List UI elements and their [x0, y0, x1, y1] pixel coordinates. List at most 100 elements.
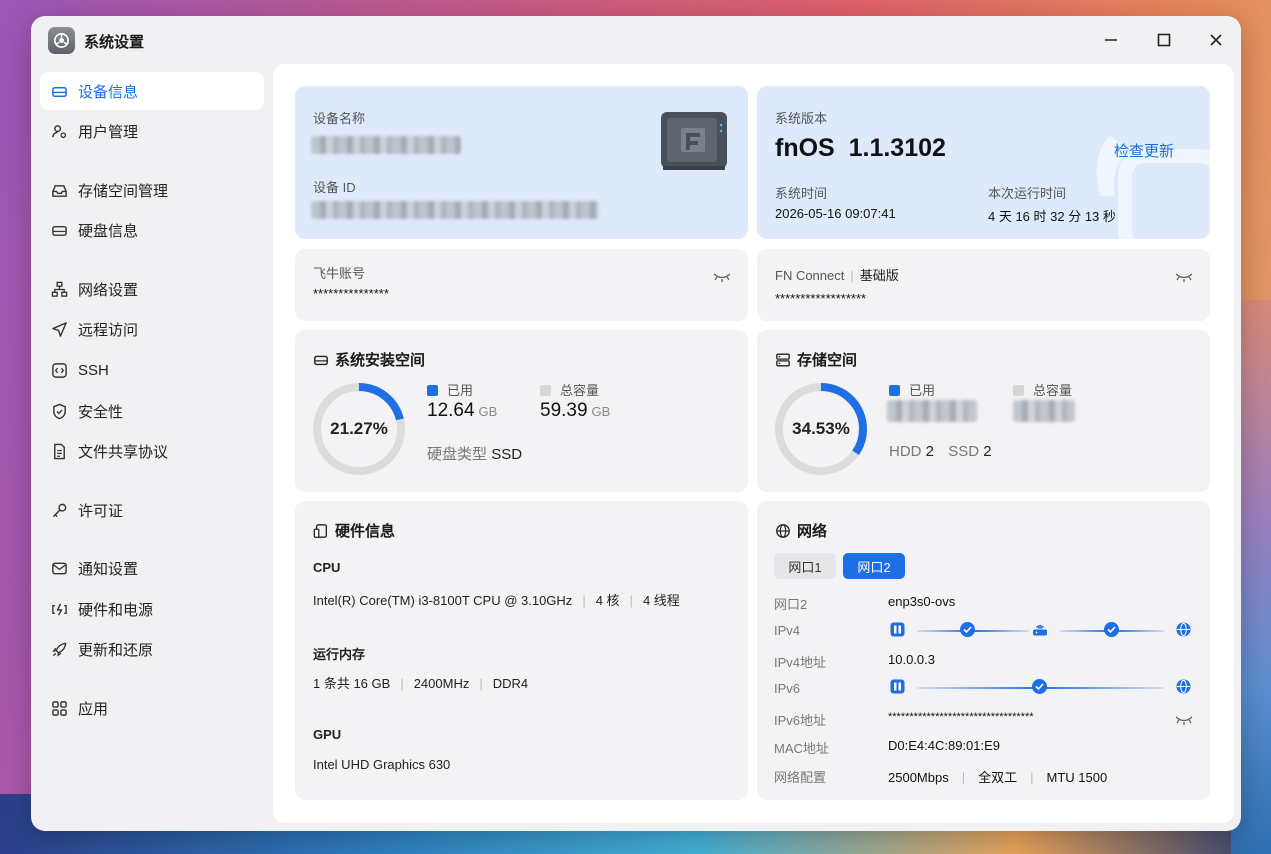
globe-icon	[775, 523, 791, 539]
eye-closed-icon[interactable]	[1175, 269, 1193, 282]
mail-icon	[50, 559, 68, 577]
check-icon	[1032, 679, 1047, 694]
gpu-info: Intel UHD Graphics 630	[313, 757, 451, 772]
sidebar-item-disk-info[interactable]: 硬盘信息	[40, 211, 264, 249]
apps-grid-icon	[50, 699, 68, 717]
inbox-icon	[50, 181, 68, 199]
sidebar-item-hardware-power[interactable]: 硬件和电源	[40, 590, 264, 628]
network-title: 网络	[775, 520, 827, 541]
settings-window: 系统设置 设备信息 用户管理 存储空间管理 硬盘信息 网络设置 远程访问 SSH…	[31, 16, 1241, 831]
hard-drive-icon	[313, 352, 329, 368]
storage-card: 存储空间 34.53% 已用 总容量 HDD 2 SSD 2	[757, 330, 1210, 492]
cpu-label: CPU	[313, 560, 341, 575]
fn-account-card: 飞牛账号 ***************	[295, 249, 748, 321]
hardware-title: 硬件信息	[313, 520, 395, 541]
nas-device-image	[659, 110, 729, 177]
sidebar-item-label: SSH	[78, 361, 109, 379]
system-version-card: 系统版本 fnOS 1.1.3102 检查更新 系统时间 2026-05-16 …	[757, 86, 1210, 239]
eye-closed-icon[interactable]	[1175, 712, 1193, 725]
maximize-button[interactable]	[1152, 28, 1176, 52]
sidebar-item-file-sharing[interactable]: 文件共享协议	[40, 432, 264, 470]
network-card: 网络 网口1 网口2 网口2 enp3s0-ovs IPv4 IPv4地址 10…	[757, 501, 1210, 800]
uptime-label: 本次运行时间	[988, 186, 1067, 201]
sidebar-item-label: 文件共享协议	[78, 443, 169, 461]
system-space-percent: 21.27%	[330, 419, 388, 438]
sidebar-item-label: 更新和还原	[78, 641, 154, 659]
sidebar-item-label: 设备信息	[78, 83, 139, 101]
sidebar-item-notifications[interactable]: 通知设置	[40, 549, 264, 587]
fn-connect-label: FN Connect	[775, 268, 845, 283]
sidebar-item-label: 硬盘信息	[78, 222, 139, 240]
device-id-label: 设备 ID	[313, 180, 356, 195]
network-tree-icon	[50, 280, 68, 298]
system-time-label: 系统时间	[775, 186, 828, 201]
device-id-redacted	[311, 201, 599, 219]
eye-closed-icon[interactable]	[713, 269, 731, 282]
storage-used-legend: 已用	[889, 380, 935, 399]
sidebar-item-label: 硬件和电源	[78, 601, 154, 619]
fn-connect-header: FN Connect | 基础版	[775, 268, 899, 283]
disk-counts: HDD 2 SSD 2	[889, 443, 992, 460]
sidebar-item-network[interactable]: 网络设置	[40, 270, 264, 308]
memory-info: 1 条共 16 GB | 2400MHz | DDR4	[313, 676, 529, 691]
internet-globe-icon	[1176, 622, 1191, 642]
sidebar-item-label: 许可证	[78, 502, 124, 520]
minimize-button[interactable]	[1099, 28, 1123, 52]
fn-connect-value: ******************	[775, 291, 867, 306]
sidebar-item-device-info[interactable]: 设备信息	[40, 72, 264, 110]
sidebar-item-label: 通知设置	[78, 560, 139, 578]
send-icon	[50, 320, 68, 338]
server-icon	[775, 352, 791, 368]
title-bar: 系统设置	[31, 16, 1241, 64]
storage-used-redacted	[887, 400, 977, 422]
sidebar-item-label: 远程访问	[78, 321, 139, 339]
used-legend: 已用	[427, 380, 473, 399]
storage-title: 存储空间	[775, 349, 857, 370]
gpu-label: GPU	[313, 727, 342, 742]
disk-icon	[50, 221, 68, 239]
system-time-value: 2026-05-16 09:07:41	[775, 206, 896, 221]
fn-account-label: 飞牛账号	[313, 266, 366, 281]
sidebar-item-ssh[interactable]: SSH	[40, 351, 264, 389]
window-title: 系统设置	[84, 34, 145, 51]
settings-app-icon	[48, 27, 75, 54]
server-device-icon	[890, 679, 905, 699]
shield-icon	[50, 402, 68, 420]
tab-port-2[interactable]: 网口2	[843, 553, 905, 579]
user-gear-icon	[50, 122, 68, 140]
sidebar-item-label: 用户管理	[78, 123, 139, 141]
sidebar-item-label: 存储空间管理	[78, 182, 169, 200]
sidebar-item-remote-access[interactable]: 远程访问	[40, 310, 264, 348]
cpu-info: Intel(R) Core(TM) i3-8100T CPU @ 3.10GHz…	[313, 593, 680, 608]
sidebar-item-users[interactable]: 用户管理	[40, 112, 264, 150]
tab-port-1[interactable]: 网口1	[774, 553, 836, 579]
hard-drive-icon	[50, 82, 68, 100]
sidebar-item-label: 网络设置	[78, 281, 139, 299]
device-card: 设备名称 设备 ID	[295, 86, 748, 239]
power-plug-icon	[50, 600, 68, 618]
uptime-value: 4 天 16 时 32 分 13 秒	[988, 209, 1116, 224]
sidebar-item-label: 应用	[78, 700, 109, 718]
memory-label: 运行内存	[313, 647, 366, 662]
sidebar-item-security[interactable]: 安全性	[40, 392, 264, 430]
storage-total-legend: 总容量	[1013, 380, 1072, 399]
sidebar-item-update-restore[interactable]: 更新和还原	[40, 630, 264, 668]
close-button[interactable]	[1204, 28, 1228, 52]
rocket-icon	[50, 640, 68, 658]
device-name-redacted	[311, 136, 461, 154]
document-icon	[50, 442, 68, 460]
server-device-icon	[890, 622, 905, 637]
sidebar-item-license[interactable]: 许可证	[40, 491, 264, 529]
main-content: 设备名称 设备 ID 系统版本 fnOS 1.1.3102 检查更新 系统时间 …	[273, 64, 1234, 823]
internet-globe-icon	[1176, 679, 1191, 699]
check-update-link[interactable]: 检查更新	[1114, 140, 1174, 161]
total-value: 59.39 GB	[540, 400, 611, 421]
system-version-value: fnOS 1.1.3102	[775, 134, 946, 162]
total-legend: 总容量	[540, 380, 599, 399]
device-box-icon	[313, 523, 329, 539]
fn-connect-tier: 基础版	[859, 268, 899, 283]
sidebar-item-storage-manager[interactable]: 存储空间管理	[40, 171, 264, 209]
key-icon	[50, 501, 68, 519]
sidebar-item-apps[interactable]: 应用	[40, 689, 264, 727]
disk-type: 硬盘类型 SSD	[427, 446, 523, 463]
